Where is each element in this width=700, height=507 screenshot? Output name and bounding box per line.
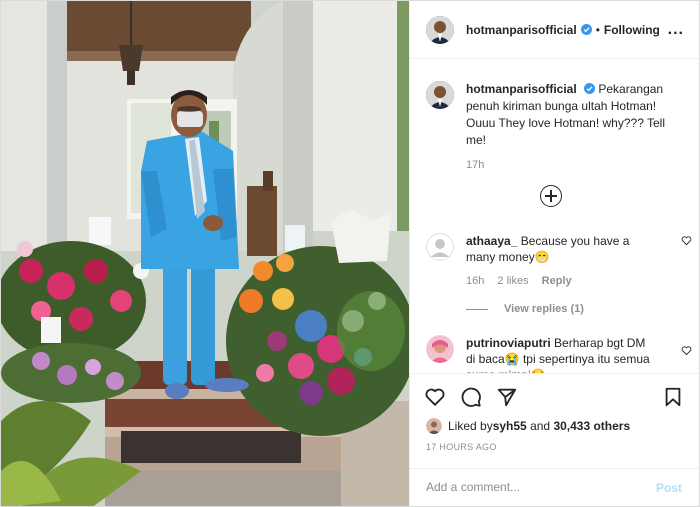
comment-meta: 16h 2 likes Reply [466,273,656,289]
more-options-icon[interactable]: ... [668,21,684,39]
verified-badge-icon [580,24,592,35]
likes-count[interactable]: 30,433 others [553,419,630,433]
comment-icon[interactable] [460,386,482,408]
view-replies-line [466,308,488,310]
action-icons [424,386,518,408]
comment-time[interactable]: 16h [466,275,484,287]
comment-heart-icon[interactable] [681,345,692,356]
bookmark-icon[interactable] [662,386,684,408]
add-circle-icon[interactable] [540,185,562,207]
post-timestamp[interactable]: 17 HOURS AGO [426,442,497,452]
commenter-avatar[interactable] [426,335,454,363]
verified-badge-icon [584,83,596,94]
liker-username[interactable]: syh55 [493,419,527,433]
following-button[interactable]: Following [604,23,660,37]
author-avatar[interactable] [426,15,454,44]
comment-body: putrinoviaputri Berharap bgt DM di baca😭… [466,335,656,373]
comment-input[interactable] [426,480,646,494]
caption-avatar[interactable] [426,81,454,109]
post-photo[interactable] [1,1,409,506]
instagram-post-modal: hotmanparisofficial • Following ... hotm… [0,0,700,507]
caption-username[interactable]: hotmanparisofficial [466,82,577,96]
comment-item: athaaya_ Because you have a many money😁 … [426,233,692,289]
reply-button[interactable]: Reply [542,275,572,287]
add-comment-bar: Post [410,468,699,506]
caption-time[interactable]: 17h [466,157,688,174]
post-photo-illustration [1,1,409,506]
comment-username[interactable]: athaaya_ [466,234,517,248]
post-details-panel: hotmanparisofficial • Following ... hotm… [409,1,699,506]
likes-summary: Liked by syh55 and 30,433 others [426,418,630,434]
author-username[interactable]: hotmanparisofficial [466,23,577,37]
share-icon[interactable] [496,386,518,408]
comment-scroll-clip: putrinoviaputri Berharap bgt DM di baca😭… [410,323,699,373]
comment-item: putrinoviaputri Berharap bgt DM di baca😭… [426,335,692,373]
comment-body: athaaya_ Because you have a many money😁 … [466,233,656,289]
post-actions: Liked by syh55 and 30,433 others 17 HOUR… [410,373,699,506]
view-replies-button[interactable]: View replies (1) [466,303,584,315]
liker-avatar[interactable] [426,418,442,434]
heart-icon[interactable] [424,386,446,408]
comment-heart-icon[interactable] [681,235,692,246]
likes-middle: and [526,419,554,433]
post-comment-button[interactable]: Post [656,481,682,495]
post-caption: hotmanparisofficial Pekarangan penuh kir… [426,81,688,174]
separator-dot: • [595,22,600,37]
post-header: hotmanparisofficial • Following ... [410,1,699,59]
commenter-avatar[interactable] [426,233,454,261]
view-replies-label: View replies (1) [504,303,584,315]
caption-body: hotmanparisofficial Pekarangan penuh kir… [466,81,688,174]
comment-likes[interactable]: 2 likes [497,275,528,287]
comment-username[interactable]: putrinoviaputri [466,336,551,350]
likes-prefix: Liked by [448,419,493,433]
